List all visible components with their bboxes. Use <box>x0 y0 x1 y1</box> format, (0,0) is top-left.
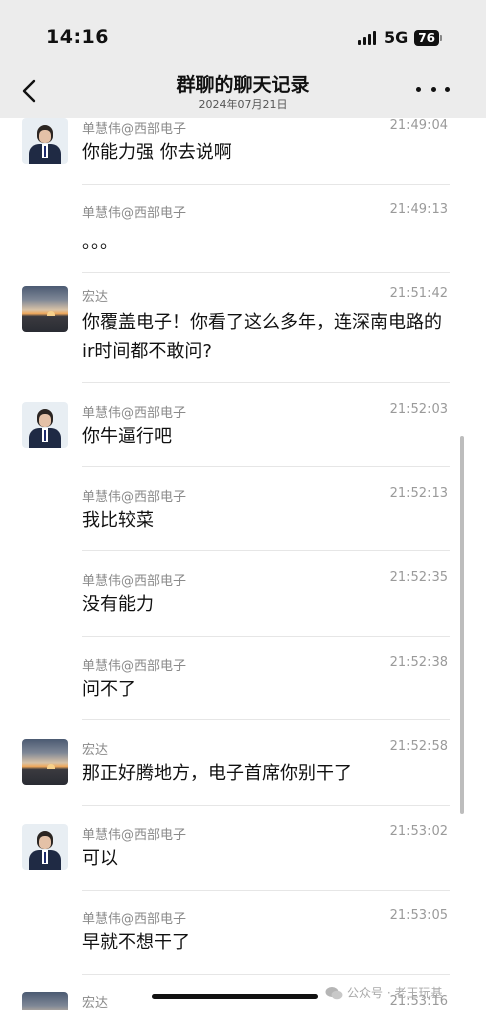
message-text: 可以 <box>82 848 118 869</box>
sender-name: 单慧伟@西部电子 <box>82 122 187 137</box>
sender-name: 宏达 <box>82 996 109 1010</box>
wechat-icon <box>325 986 343 999</box>
sender-name: 宏达 <box>82 290 109 305</box>
sender-name: 单慧伟@西部电子 <box>82 659 187 674</box>
message-text: 你牛逼行吧 <box>82 426 172 447</box>
watermark: 公众号 · 老王玩基 <box>325 984 442 1001</box>
scrollbar[interactable] <box>460 436 464 814</box>
message-time: 21:52:58 <box>389 739 448 754</box>
sender-name: 单慧伟@西部电子 <box>82 206 187 221</box>
message-text: 。。。 <box>82 232 118 253</box>
avatar[interactable] <box>22 824 68 870</box>
avatar[interactable] <box>22 402 68 448</box>
divider <box>82 719 450 720</box>
divider <box>82 550 450 551</box>
message-text: 早就不想干了 <box>82 932 190 953</box>
sender-name: 单慧伟@西部电子 <box>82 406 187 421</box>
message-text: 你能力强 你去说啊 <box>82 142 232 163</box>
divider <box>82 382 450 383</box>
status-bar: 14:16 5G 76 <box>0 0 486 74</box>
message-text: 没有能力 <box>82 594 154 615</box>
message-time: 21:52:03 <box>389 402 448 417</box>
divider <box>82 636 450 637</box>
divider <box>82 974 450 975</box>
message-time: 21:52:38 <box>389 655 448 670</box>
divider <box>82 184 450 185</box>
status-indicators: 5G 76 <box>358 28 442 47</box>
sender-name: 单慧伟@西部电子 <box>82 574 187 589</box>
message-time: 21:52:13 <box>389 486 448 501</box>
avatar[interactable] <box>22 118 68 164</box>
chat-list[interactable]: 单慧伟@西部电子 21:49:04 你能力强 你去说啊 单慧伟@西部电子 21:… <box>0 118 486 1010</box>
avatar[interactable] <box>22 992 68 1010</box>
message-time: 21:53:05 <box>389 908 448 923</box>
divider <box>82 805 450 806</box>
avatar[interactable] <box>22 739 68 785</box>
message-time: 21:52:35 <box>389 570 448 585</box>
signal-icon <box>358 30 378 45</box>
message-time: 21:53:02 <box>389 824 448 839</box>
sender-name: 单慧伟@西部电子 <box>82 912 187 927</box>
message-time: 21:49:13 <box>389 202 448 217</box>
message-text: 那正好腾地方，电子首席你别干了 <box>82 763 352 784</box>
divider <box>82 466 450 467</box>
sender-name: 单慧伟@西部电子 <box>82 490 187 505</box>
message-text: 我比较菜 <box>82 510 154 531</box>
message-text: 你覆盖电子！你看了这么多年，连深南电路的ir时间都不敢问? <box>82 312 442 362</box>
avatar[interactable] <box>22 286 68 332</box>
network-type: 5G <box>384 28 409 47</box>
sender-name: 宏达 <box>82 743 109 758</box>
battery-icon: 76 <box>414 29 442 46</box>
more-dots-icon <box>416 86 421 92</box>
status-time: 14:16 <box>46 26 109 48</box>
message-time: 21:51:42 <box>389 286 448 301</box>
nav-bar: 群聊的聊天记录 2024年07月21日 <box>0 64 486 118</box>
message-text: 问不了 <box>82 679 136 700</box>
page-title: 群聊的聊天记录 <box>176 74 310 96</box>
watermark-text: 公众号 · 老王玩基 <box>347 986 443 1000</box>
page-subtitle: 2024年07月21日 <box>198 98 288 111</box>
message-time: 21:49:04 <box>389 118 448 133</box>
battery-level: 76 <box>414 29 439 46</box>
divider <box>82 890 450 891</box>
divider <box>82 272 450 273</box>
home-indicator[interactable] <box>152 994 318 999</box>
more-button[interactable] <box>416 74 450 104</box>
sender-name: 单慧伟@西部电子 <box>82 828 187 843</box>
